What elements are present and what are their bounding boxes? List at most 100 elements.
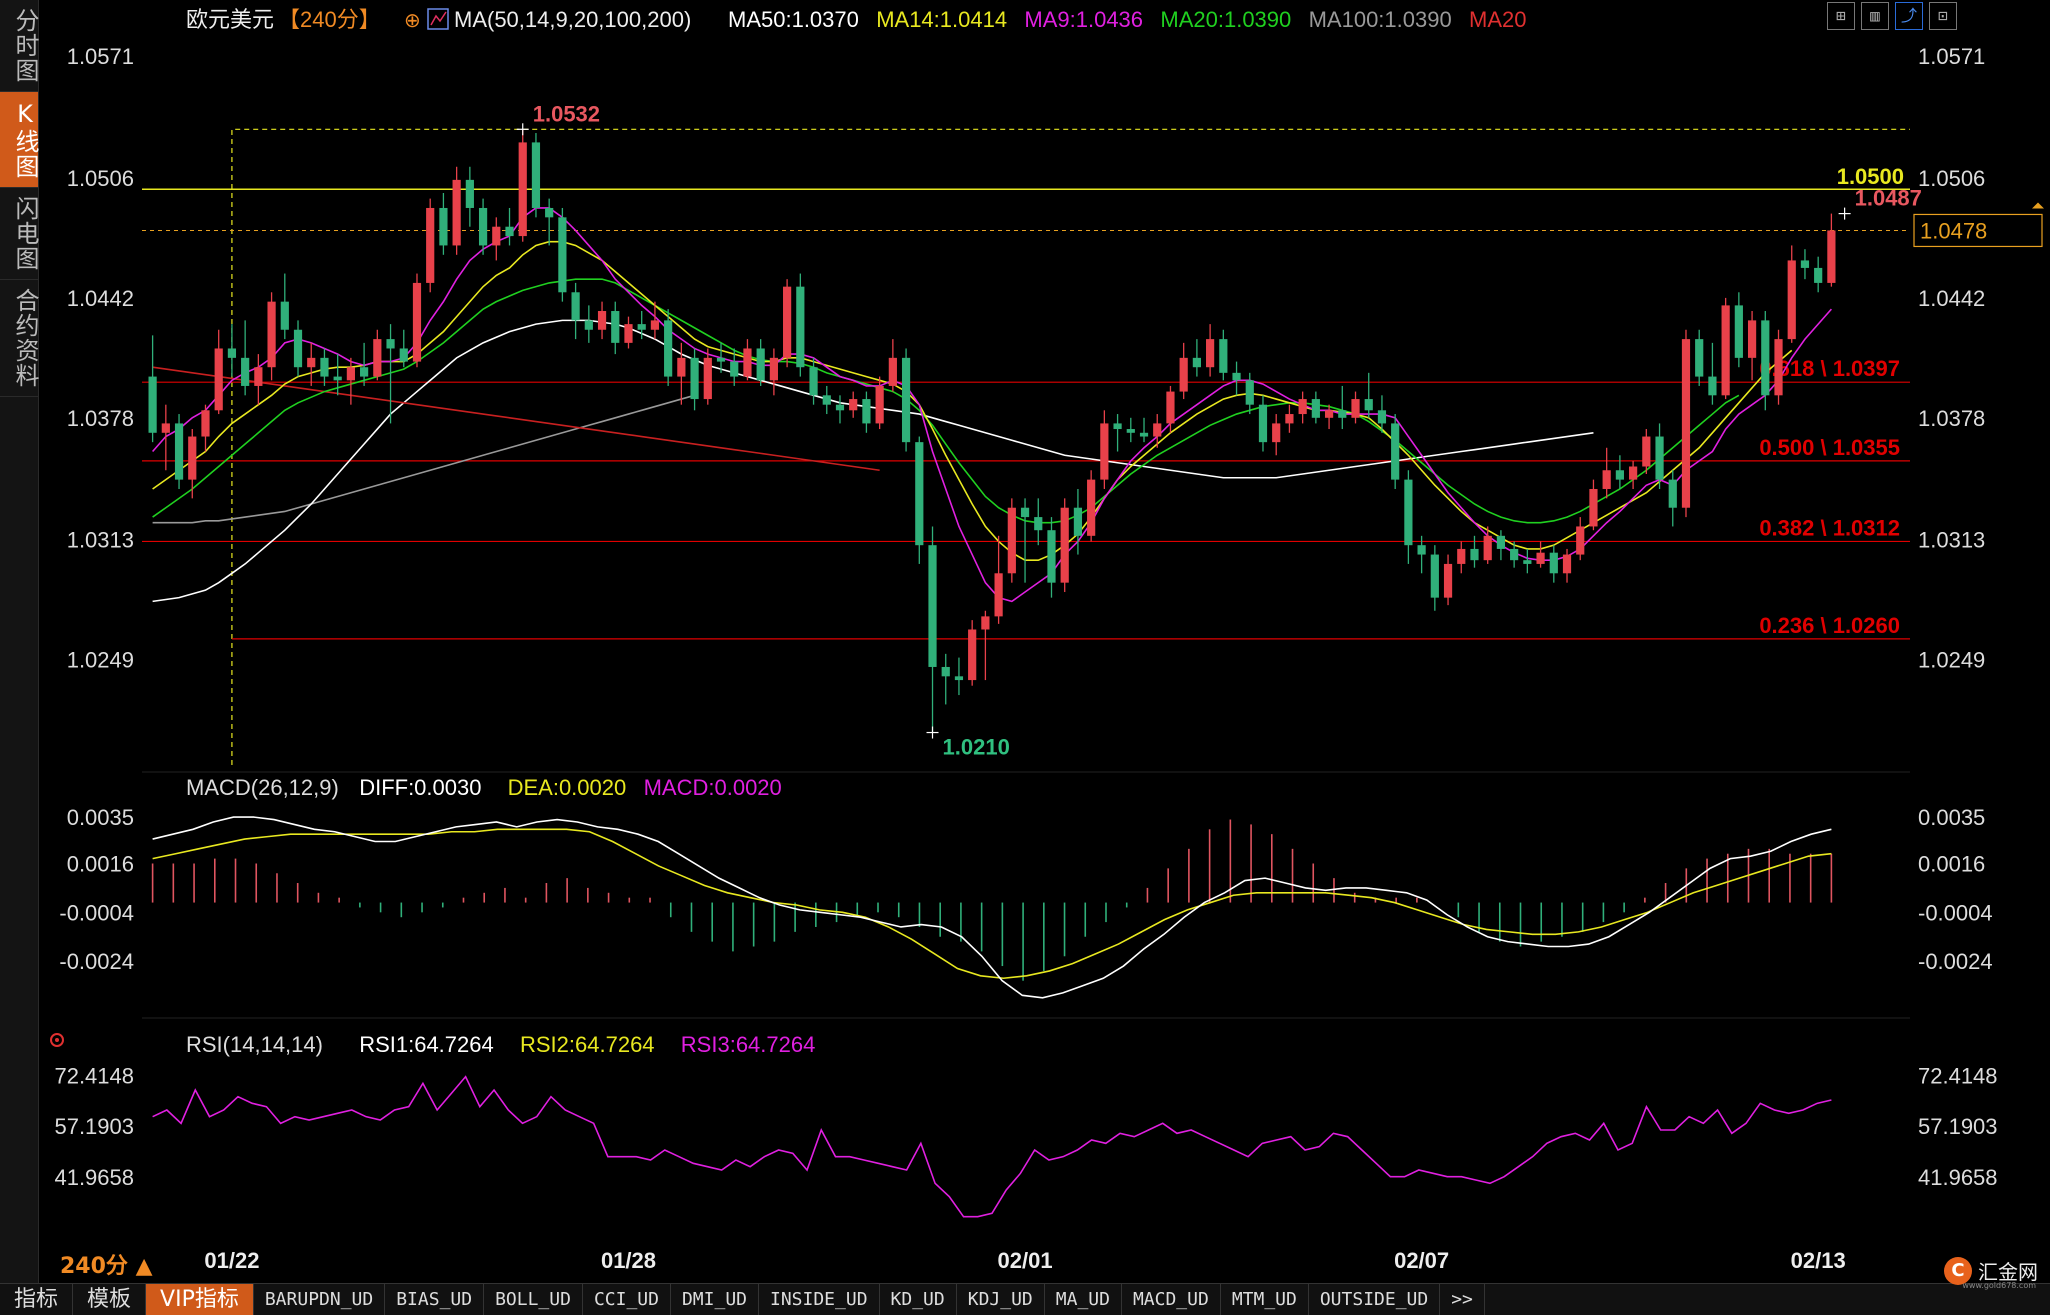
candle-body bbox=[796, 286, 805, 368]
y-tick-left: 1.0378 bbox=[67, 406, 134, 431]
candle-body bbox=[399, 348, 408, 362]
candle-body bbox=[161, 423, 170, 433]
chart-type-sidebar: 分时图 K线图 闪电图 合约资料 bbox=[0, 0, 39, 1285]
candle-body bbox=[650, 320, 660, 330]
candle-body bbox=[809, 367, 818, 396]
candle-body bbox=[1642, 436, 1651, 467]
sidebar-tab-3[interactable]: 合约资料 bbox=[0, 280, 39, 397]
candle-body bbox=[915, 442, 924, 546]
candle-body bbox=[1073, 507, 1083, 536]
period-selector[interactable]: 240分 ▲ bbox=[60, 1248, 153, 1280]
indicator-button-dmi-ud[interactable]: DMI_UD bbox=[671, 1284, 759, 1315]
candle-body bbox=[1721, 305, 1730, 396]
indicator-button-barupdn-ud[interactable]: BARUPDN_UD bbox=[254, 1284, 386, 1315]
indicator-button-vip-[interactable]: VIP指标 bbox=[146, 1284, 254, 1315]
y-tick-right: 1.0571 bbox=[1918, 44, 1985, 69]
candle-body bbox=[1324, 410, 1334, 418]
sidebar-tab-0[interactable]: 分时图 bbox=[0, 0, 39, 92]
indicator-button-inside-ud[interactable]: INSIDE_UD bbox=[759, 1284, 880, 1315]
candle-body bbox=[346, 367, 355, 381]
indicator-button-outside-ud[interactable]: OUTSIDE_UD bbox=[1309, 1284, 1441, 1315]
indicator-button-ma-ud[interactable]: MA_UD bbox=[1045, 1284, 1122, 1315]
candle-body bbox=[492, 226, 501, 246]
candle-body bbox=[783, 286, 792, 358]
candle-body bbox=[716, 357, 726, 362]
candle-body bbox=[174, 423, 184, 480]
candle-body bbox=[1629, 466, 1638, 480]
rsi-legend-1: RSI1:64.7264 bbox=[359, 1032, 494, 1057]
macd-y-tick-left: -0.0024 bbox=[59, 949, 134, 974]
candle-body bbox=[1761, 320, 1770, 396]
rsi-y-tick-right: 57.1903 bbox=[1918, 1114, 1998, 1139]
candle-body bbox=[1774, 339, 1783, 396]
candle-body bbox=[1232, 372, 1241, 381]
candle-body bbox=[822, 395, 831, 405]
ma-value-2: MA9:1.0436 bbox=[1024, 7, 1143, 32]
x-tick: 02/13 bbox=[1791, 1248, 1846, 1273]
candle-body bbox=[505, 226, 514, 237]
y-tick-right: 1.0249 bbox=[1918, 647, 1985, 672]
indicator-button-macd-ud[interactable]: MACD_UD bbox=[1122, 1284, 1221, 1315]
candle-body bbox=[597, 311, 607, 330]
candle-body bbox=[756, 348, 765, 381]
candle-body bbox=[1113, 423, 1122, 430]
price-arrow-icon bbox=[2032, 202, 2044, 209]
indicator-button-bias-ud[interactable]: BIAS_UD bbox=[385, 1284, 485, 1315]
candle-body bbox=[941, 666, 950, 677]
indicator-button--[interactable]: 模板 bbox=[73, 1284, 147, 1315]
candle-body bbox=[412, 282, 422, 362]
candle-body bbox=[373, 339, 382, 377]
candle-body bbox=[531, 142, 541, 208]
rsi-settings-icon-dot bbox=[55, 1038, 59, 1042]
candle-chart-icon[interactable]: ⊡ bbox=[1929, 2, 1957, 30]
candle-body bbox=[703, 357, 712, 400]
candle-body bbox=[1523, 560, 1532, 564]
candle-body bbox=[1166, 391, 1175, 424]
rsi-y-tick-left: 41.9658 bbox=[54, 1165, 134, 1190]
x-tick: 02/01 bbox=[998, 1248, 1053, 1273]
grid-icon[interactable]: ⊞ bbox=[1827, 2, 1855, 30]
candle-body bbox=[1087, 479, 1096, 536]
candle-body bbox=[280, 301, 289, 330]
candle-body bbox=[1100, 423, 1109, 480]
y-tick-right: 1.0313 bbox=[1918, 528, 1985, 553]
indicator-button-kdj-ud[interactable]: KDJ_UD bbox=[957, 1284, 1045, 1315]
candle-body bbox=[558, 217, 567, 293]
sidebar-tab-2[interactable]: 闪电图 bbox=[0, 188, 39, 280]
ma-value-1: MA14:1.0414 bbox=[876, 7, 1007, 32]
candle-body bbox=[954, 676, 964, 681]
indicator-button-cci-ud[interactable]: CCI_UD bbox=[583, 1284, 671, 1315]
candle-body bbox=[148, 376, 157, 433]
candle-body bbox=[730, 361, 739, 377]
candle-body bbox=[1311, 399, 1320, 418]
macd-dea-line bbox=[152, 828, 1832, 980]
candle-body bbox=[1708, 376, 1717, 396]
ma100-line bbox=[152, 394, 695, 524]
bar-chart-icon[interactable]: ▥ bbox=[1861, 2, 1889, 30]
indicator-button-kd-ud[interactable]: KD_UD bbox=[880, 1284, 957, 1315]
rsi-y-tick-right: 41.9658 bbox=[1918, 1165, 1998, 1190]
candle-body bbox=[875, 385, 884, 424]
candle-body bbox=[241, 357, 250, 386]
indicator-button-boll-ud[interactable]: BOLL_UD bbox=[484, 1284, 583, 1315]
candle-body bbox=[1047, 530, 1056, 583]
candle-body bbox=[1404, 479, 1413, 546]
line-chart-icon[interactable]: ⤴ bbox=[1895, 2, 1923, 30]
indicator-button-mtm-ud[interactable]: MTM_UD bbox=[1221, 1284, 1309, 1315]
indicator-button--[interactable]: 指标 bbox=[0, 1284, 74, 1315]
candle-body bbox=[1007, 507, 1016, 574]
candle-body bbox=[267, 301, 276, 368]
ma14-line bbox=[152, 240, 1793, 561]
y-tick-left: 1.0442 bbox=[67, 286, 134, 311]
candle-body bbox=[1747, 320, 1757, 358]
y-tick-right: 1.0442 bbox=[1918, 286, 1985, 311]
candle-body bbox=[690, 357, 699, 400]
rsi-legend-0: RSI(14,14,14) bbox=[186, 1032, 323, 1057]
candle-body bbox=[1510, 548, 1519, 561]
candle-body bbox=[307, 357, 316, 368]
indicator-button--[interactable]: >> bbox=[1440, 1284, 1485, 1315]
candle-body bbox=[862, 399, 871, 424]
sidebar-tab-1[interactable]: K线图 bbox=[0, 92, 39, 188]
annotation-label: 1.0210 bbox=[943, 735, 1010, 760]
fib-label: 0.236 \ 1.0260 bbox=[1759, 613, 1900, 638]
